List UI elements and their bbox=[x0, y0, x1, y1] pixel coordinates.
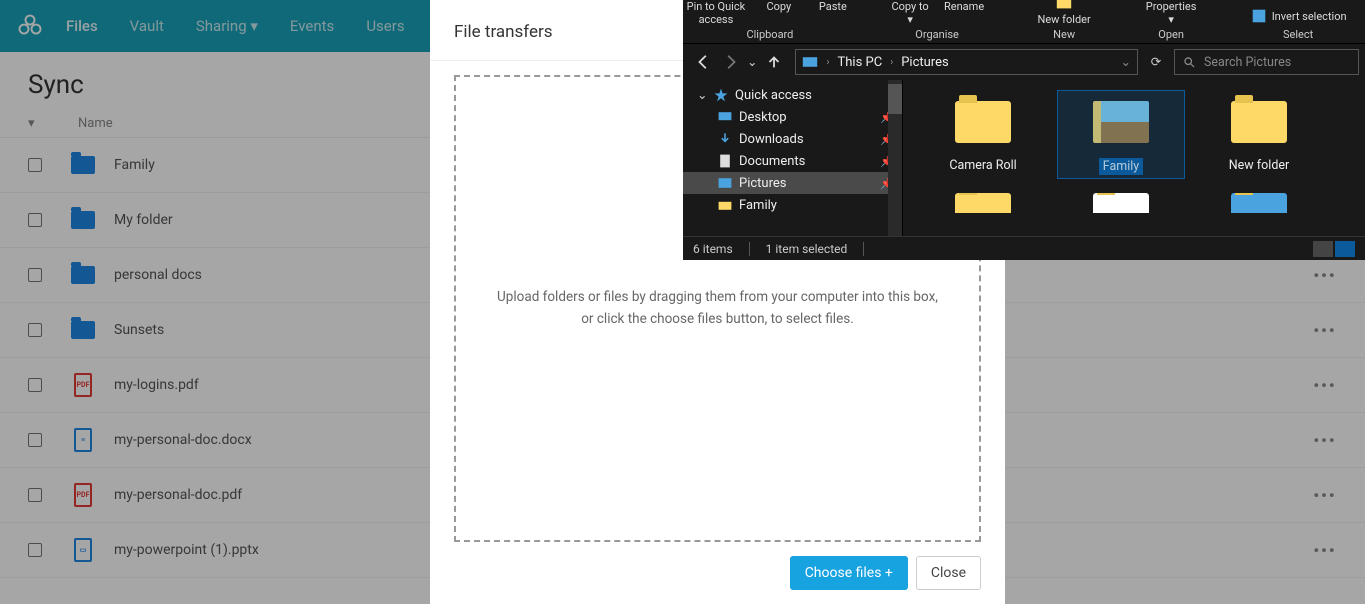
star-icon bbox=[713, 87, 729, 103]
tree-family[interactable]: Family bbox=[683, 194, 902, 216]
ribbon-properties[interactable]: Properties ▾ bbox=[1146, 0, 1197, 26]
ribbon-group-select: Select bbox=[1283, 28, 1313, 41]
ribbon-group-open: Open bbox=[1158, 28, 1184, 41]
tree-downloads[interactable]: Downloads📌 bbox=[683, 128, 902, 150]
ribbon-rename[interactable]: Rename bbox=[940, 0, 988, 13]
new-folder-icon bbox=[1055, 0, 1073, 12]
status-item-count: 6 items bbox=[693, 242, 733, 256]
tree-quick-label: Quick access bbox=[735, 88, 812, 103]
search-placeholder: Search Pictures bbox=[1204, 55, 1291, 70]
tree-scrollbar[interactable] bbox=[888, 80, 902, 236]
crumb-this-pc[interactable]: This PC bbox=[838, 55, 883, 70]
ribbon-group-organise: Organise bbox=[915, 28, 959, 41]
close-button[interactable]: Close bbox=[916, 556, 981, 590]
ribbon-invert-selection[interactable]: Invert selection bbox=[1250, 7, 1347, 26]
document-icon bbox=[717, 153, 733, 169]
folder-icon bbox=[717, 197, 733, 213]
windows-explorer: Pin to Quick access Copy Paste Clipboard… bbox=[683, 0, 1365, 260]
folder-label: New folder bbox=[1229, 158, 1289, 173]
refresh-button[interactable]: ⟳ bbox=[1144, 54, 1168, 70]
nav-back-icon[interactable] bbox=[695, 53, 713, 71]
desktop-icon bbox=[717, 109, 733, 125]
status-bar: 6 items 1 item selected bbox=[683, 236, 1365, 260]
ribbon: Pin to Quick access Copy Paste Clipboard… bbox=[683, 0, 1365, 44]
chevron-icon: › bbox=[890, 57, 893, 68]
ribbon-copy[interactable]: Copy bbox=[755, 0, 803, 13]
search-icon bbox=[1183, 56, 1196, 69]
tree-quick-access[interactable]: ⌄ Quick access bbox=[683, 84, 902, 106]
nav-tree: ⌄ Quick access Desktop📌 Downloads📌 Docum… bbox=[683, 80, 903, 236]
recent-locations-icon[interactable]: ⌄ bbox=[747, 54, 757, 70]
address-bar[interactable]: › This PC › Pictures ⌄ bbox=[795, 49, 1138, 75]
dropzone-help-line2: or click the choose files button, to sel… bbox=[486, 309, 949, 331]
folder-new-folder[interactable]: New folder bbox=[1199, 94, 1319, 175]
view-details-button[interactable] bbox=[1313, 241, 1333, 257]
tree-documents[interactable]: Documents📌 bbox=[683, 150, 902, 172]
view-icons-button[interactable] bbox=[1335, 241, 1355, 257]
dropzone-help-line1: Upload folders or files by dragging them… bbox=[486, 287, 949, 309]
nav-forward-icon[interactable] bbox=[721, 53, 739, 71]
ribbon-copy-to[interactable]: Copy to ▾ bbox=[886, 0, 934, 26]
ribbon-group-new: New bbox=[1053, 28, 1075, 41]
choose-files-button[interactable]: Choose files + bbox=[790, 556, 908, 590]
folder-item-partial[interactable] bbox=[1199, 193, 1319, 213]
chevron-icon: › bbox=[826, 57, 829, 68]
folder-content[interactable]: Camera Roll Family New folder bbox=[903, 80, 1365, 236]
folder-label: Family bbox=[1099, 158, 1143, 175]
folder-camera-roll[interactable]: Camera Roll bbox=[923, 94, 1043, 175]
dropzone-help: Upload folders or files by dragging them… bbox=[456, 287, 979, 330]
status-selected-count: 1 item selected bbox=[766, 242, 848, 256]
address-row: ⌄ › This PC › Pictures ⌄ ⟳ Search Pictur… bbox=[683, 44, 1365, 80]
nav-up-icon[interactable] bbox=[765, 53, 783, 71]
search-box[interactable]: Search Pictures bbox=[1174, 49, 1359, 75]
collapse-icon[interactable]: ⌄ bbox=[697, 87, 707, 103]
pictures-icon bbox=[717, 175, 733, 191]
folder-family[interactable]: Family bbox=[1061, 94, 1181, 175]
ribbon-group-clipboard: Clipboard bbox=[746, 28, 793, 41]
addr-dropdown-icon[interactable]: ⌄ bbox=[1121, 54, 1131, 70]
folder-item-partial[interactable] bbox=[923, 193, 1043, 213]
ribbon-new-folder[interactable]: New folder bbox=[1038, 0, 1091, 26]
crumb-pictures[interactable]: Pictures bbox=[901, 55, 948, 70]
folder-label: Camera Roll bbox=[949, 158, 1016, 173]
tree-pictures[interactable]: Pictures📌 bbox=[683, 172, 902, 194]
pictures-location-icon bbox=[802, 54, 818, 70]
download-icon bbox=[717, 131, 733, 147]
ribbon-pin-quick-access[interactable]: Pin to Quick access bbox=[683, 0, 749, 26]
ribbon-paste[interactable]: Paste bbox=[809, 0, 857, 13]
invert-icon bbox=[1250, 7, 1268, 25]
tree-desktop[interactable]: Desktop📌 bbox=[683, 106, 902, 128]
folder-item-partial[interactable] bbox=[1061, 193, 1181, 213]
